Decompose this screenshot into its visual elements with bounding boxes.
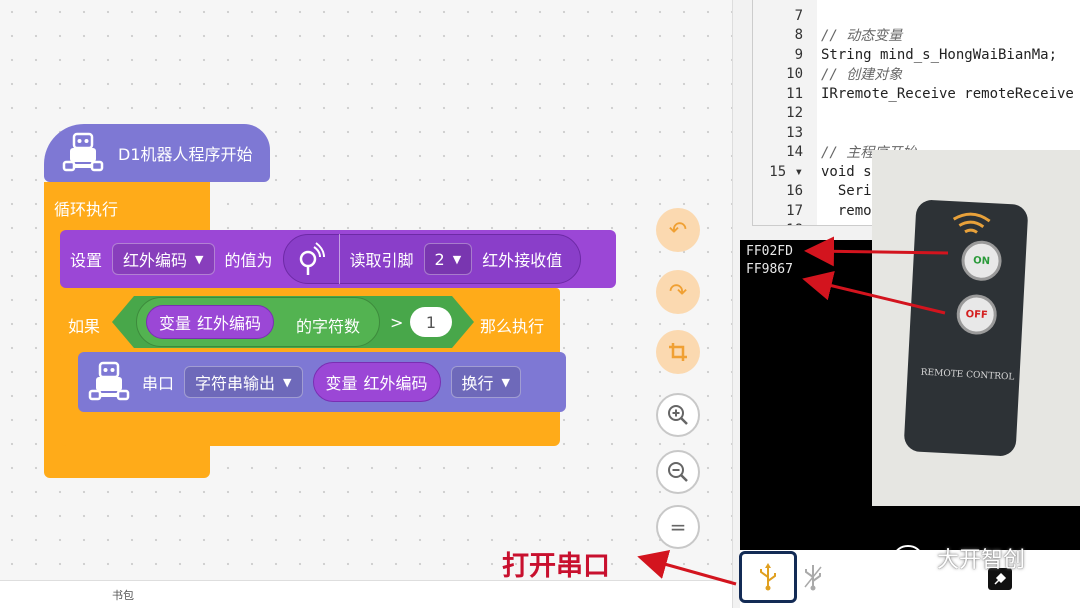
line-number: 13: [753, 123, 817, 143]
signal-icon: [952, 212, 991, 234]
block-workspace[interactable]: 循环执行 D1机器人程序开始 如果 变量 红外编码 的字符数 > 1 那么执行 …: [0, 0, 732, 580]
line-number: 18: [753, 220, 817, 225]
line-number: 15 ▾: [753, 162, 817, 182]
code-line: 9 String mind_s_HongWaiBianMa;: [753, 45, 1080, 65]
if-block-foot: [60, 412, 560, 446]
serial-mode-dropdown[interactable]: 字符串输出 ▼: [184, 366, 303, 398]
ir-read-block[interactable]: 读取引脚 2 ▼ 红外接收值: [282, 234, 582, 284]
wechat-icon: [894, 545, 931, 571]
crop-icon: [669, 343, 687, 361]
code-text: Seri: [821, 183, 872, 200]
zoom-out-button[interactable]: [656, 450, 700, 494]
ir-receiver-icon: [284, 234, 340, 284]
chevron-down-icon: ▼: [283, 375, 292, 389]
serial-print-block[interactable]: 串口 字符串输出 ▼ 变量 红外编码 换行 ▼: [78, 352, 566, 412]
pin-dropdown-value: 2: [434, 249, 445, 269]
variable-pill[interactable]: 变量 红外编码: [146, 305, 275, 339]
loop-label: 循环执行: [54, 200, 119, 219]
serial-line: FF9867: [746, 262, 793, 277]
program-start-block[interactable]: D1机器人程序开始: [44, 124, 270, 182]
backpack-label[interactable]: 书包: [112, 587, 134, 603]
compare-value-wrap: 1: [410, 307, 452, 337]
open-serial-callout: 打开串口: [502, 551, 610, 582]
variable-word: 变量: [325, 374, 358, 393]
line-number: 8: [753, 25, 817, 45]
crop-button[interactable]: [656, 330, 700, 374]
on-button: ON: [960, 239, 1003, 282]
line-number: 10: [753, 64, 817, 84]
variable-word: 变量: [159, 314, 192, 333]
newline-value: 换行: [461, 374, 494, 393]
code-line: 8// 动态变量: [753, 25, 1080, 45]
watermark-text: 大开智创: [937, 548, 1026, 573]
undo-button[interactable]: ↶: [656, 208, 700, 252]
redo-icon: ↷: [668, 279, 688, 305]
chevron-down-icon: ▼: [501, 375, 511, 389]
chevron-down-icon: ▼: [452, 252, 462, 266]
code-line: 7: [753, 6, 1080, 26]
variable-name: 红外编码: [197, 314, 262, 333]
code-line: 13: [753, 123, 1080, 143]
line-number: 12: [753, 103, 817, 123]
zoom-in-icon: [668, 405, 688, 425]
pin-dropdown[interactable]: 2 ▼: [423, 243, 473, 275]
line-number: 14: [753, 142, 817, 162]
code-text: // 创建对象: [821, 67, 903, 84]
on-label: ON: [972, 254, 991, 267]
length-label: 的字符数: [296, 317, 361, 336]
reset-label: =: [669, 515, 687, 539]
read-pin-label: 读取引脚: [349, 251, 414, 270]
newline-dropdown[interactable]: 换行 ▼: [450, 366, 522, 398]
code-text: remo: [821, 202, 872, 219]
if-label: 如果: [68, 317, 101, 336]
usb-off-icon: [804, 565, 822, 591]
off-label: OFF: [965, 308, 989, 321]
ir-value-label: 红外接收值: [482, 251, 563, 270]
off-button: OFF: [955, 293, 998, 336]
zoom-in-button[interactable]: [656, 393, 700, 437]
robot-icon: [62, 132, 104, 172]
set-label: 设置: [70, 251, 103, 270]
zoom-out-icon: [668, 462, 688, 482]
line-number: 11: [753, 84, 817, 104]
redo-button[interactable]: ↷: [656, 270, 700, 314]
remote-control: ON OFF REMOTE CONTROL: [903, 199, 1029, 457]
chevron-down-icon: ▼: [195, 252, 204, 266]
if-var-pill-wrap: 变量 红外编码: [146, 305, 275, 339]
value-of-label: 的值为: [224, 251, 273, 270]
code-text: void s: [821, 163, 872, 180]
line-number: 16: [753, 181, 817, 201]
line-number: 9: [753, 45, 817, 65]
serial-mode-value: 字符串输出: [195, 374, 276, 393]
code-text: IRremote_Receive remoteReceive: [821, 85, 1074, 102]
code-line: 12: [753, 103, 1080, 123]
close-serial-button[interactable]: [800, 562, 826, 592]
line-number: 17: [753, 201, 817, 221]
code-line: 11 IRremote_Receive remoteReceive: [753, 84, 1080, 104]
robot-icon: [88, 361, 130, 401]
undo-icon: ↶: [668, 217, 688, 243]
greater-than-label: >: [390, 313, 404, 332]
zoom-reset-button[interactable]: =: [656, 505, 700, 549]
line-number: 7: [753, 6, 817, 26]
code-text: String mind_s_HongWaiBianMa;: [821, 46, 1058, 63]
serial-label: 串口: [142, 374, 175, 393]
program-start-label: D1机器人程序开始: [118, 145, 253, 164]
watermark: 大开智创: [893, 542, 1025, 574]
open-serial-button[interactable]: [739, 551, 797, 603]
variable-dropdown-value: 红外编码: [123, 251, 188, 270]
set-variable-block[interactable]: 设置 红外编码 ▼ 的值为 读取引脚 2 ▼ 红外接收值: [60, 230, 616, 288]
serial-line: FF02FD: [746, 244, 793, 259]
remote-label: REMOTE CONTROL: [920, 367, 1015, 383]
code-text: // 动态变量: [821, 28, 903, 45]
code-line: 10// 创建对象: [753, 64, 1080, 84]
variable-dropdown[interactable]: 红外编码 ▼: [112, 243, 215, 275]
variable-pill[interactable]: 变量 红外编码: [312, 362, 441, 402]
usb-icon: [760, 563, 776, 591]
bottom-bar: 书包: [0, 580, 732, 608]
remote-photo: ON OFF REMOTE CONTROL: [872, 150, 1080, 506]
variable-name: 红外编码: [363, 374, 428, 393]
then-label: 那么执行: [480, 317, 545, 336]
compare-value-input[interactable]: 1: [410, 307, 452, 337]
